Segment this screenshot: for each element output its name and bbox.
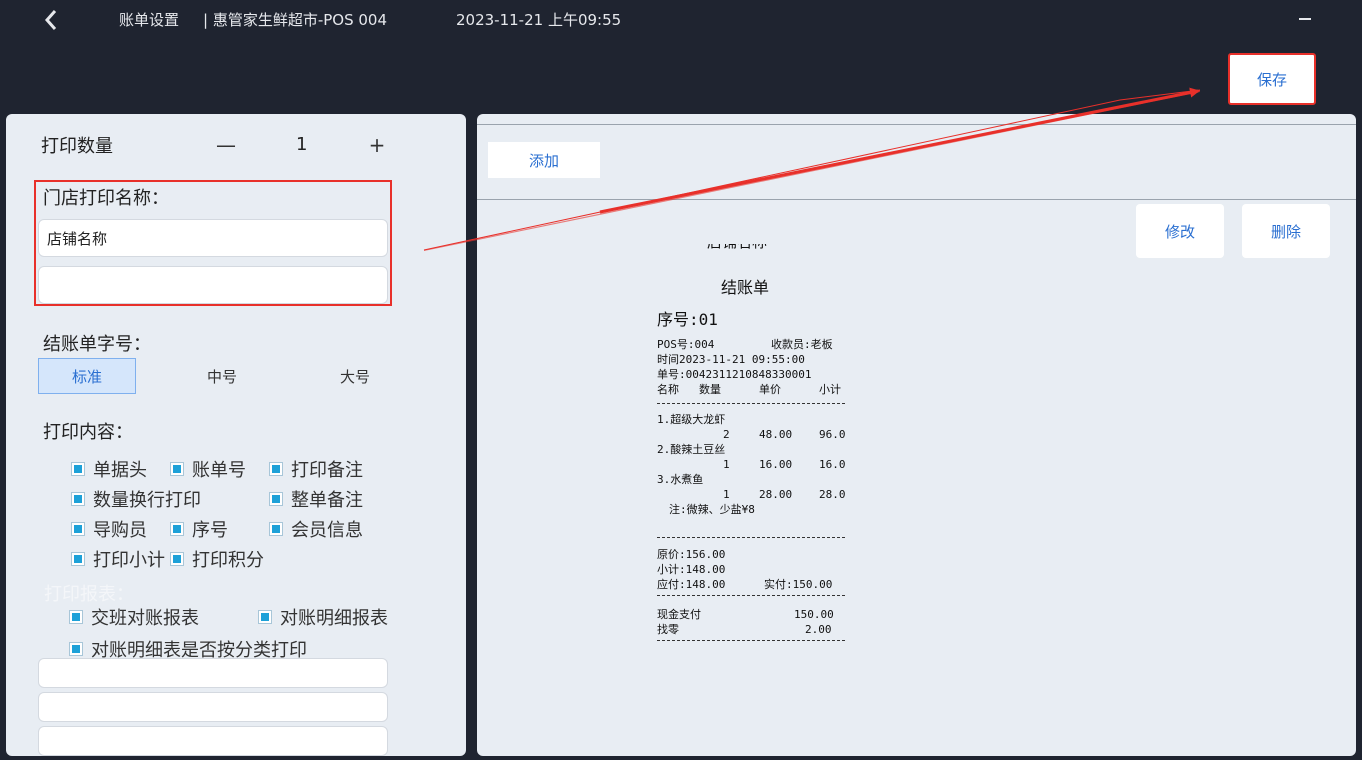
store-name-header: | 惠管家生鲜超市-POS 004 <box>203 11 388 29</box>
checkbox-sequence[interactable]: 序号 <box>170 516 228 542</box>
receipt-cash-value: 150.00 <box>794 608 834 621</box>
checkbox-icon <box>69 610 83 624</box>
font-size-label: 结账单字号： <box>43 334 151 355</box>
receipt-divider <box>657 595 845 596</box>
receipt-original-price: 原价:156.00 <box>657 548 726 561</box>
checkbox-bill-number[interactable]: 账单号 <box>170 456 246 482</box>
receipt-title: 结账单 <box>721 278 770 297</box>
checkbox-icon <box>258 610 272 624</box>
receipt-pos-no: POS号:004 <box>657 338 715 351</box>
print-report-label: 打印报表： <box>44 584 134 605</box>
checkbox-document-header[interactable]: 单据头 <box>71 456 147 482</box>
checkbox-sales-guide[interactable]: 导购员 <box>71 516 147 542</box>
footer-input-3[interactable] <box>38 726 388 756</box>
receipt-note: 注:微辣、少盐¥8 <box>669 503 755 516</box>
store-name-second-input[interactable] <box>38 266 388 304</box>
checkbox-icon <box>170 462 184 476</box>
settings-panel: 打印数量 — 1 + 门店打印名称： 店铺名称 结账单字号： 标准 中号 大号 … <box>6 114 466 756</box>
minimize-icon[interactable] <box>1296 9 1316 29</box>
receipt-store-name: 店铺名称 <box>707 244 767 256</box>
store-name-label: 门店打印名称： <box>43 188 169 209</box>
receipt-item-name: 3.水煮鱼 <box>657 473 704 486</box>
page-title: 账单设置 <box>119 11 180 29</box>
checkbox-print-subtotal[interactable]: 打印小计 <box>71 546 165 572</box>
receipt-time: 时间2023-11-21 09:55:00 <box>657 353 805 366</box>
receipt-divider <box>657 640 845 641</box>
title-bar: 账单设置 | 惠管家生鲜超市-POS 004 2023-11-21 上午09:5… <box>0 0 1362 40</box>
checkbox-shift-report[interactable]: 交班对账报表 <box>69 604 199 630</box>
receipt-col-price: 单价 <box>759 383 781 396</box>
checkbox-icon <box>71 462 85 476</box>
receipt-payable: 应付:148.00 <box>657 578 726 591</box>
receipt-divider <box>657 537 845 538</box>
receipt-sequence: 序号:01 <box>657 310 718 329</box>
back-icon[interactable] <box>40 6 64 34</box>
checkbox-icon <box>170 522 184 536</box>
receipt-change-label: 找零 <box>657 623 679 636</box>
font-size-standard[interactable]: 标准 <box>38 358 136 394</box>
receipt-paid: 实付:150.00 <box>764 578 833 591</box>
receipt-item-name: 2.酸辣土豆丝 <box>657 443 726 456</box>
checkbox-order-remark[interactable]: 整单备注 <box>269 486 363 512</box>
checkbox-icon <box>71 522 85 536</box>
receipt-col-qty: 数量 <box>699 383 721 396</box>
store-name-input[interactable]: 店铺名称 <box>38 219 388 257</box>
delete-button[interactable]: 删除 <box>1242 204 1330 258</box>
print-content-label: 打印内容： <box>43 422 133 443</box>
checkbox-icon <box>71 552 85 566</box>
checkbox-print-points[interactable]: 打印积分 <box>170 546 264 572</box>
qty-value: 1 <box>296 134 308 155</box>
qty-increase-button[interactable]: + <box>362 130 392 160</box>
receipt-divider <box>657 403 845 404</box>
receipt-item-price: 16.00 <box>759 458 793 471</box>
preview-panel: 添加 修改 删除 店铺名称 结账单 序号:01 POS号:004 收款员:老板 … <box>477 114 1356 756</box>
receipt-preview: 店铺名称 结账单 序号:01 POS号:004 收款员:老板 时间2023-11… <box>657 244 845 664</box>
font-size-medium[interactable]: 中号 <box>170 358 274 394</box>
save-button[interactable]: 保存 <box>1228 53 1316 105</box>
datetime: 2023-11-21 上午09:55 <box>456 11 622 29</box>
receipt-item-subtotal: 16.00 <box>819 458 845 471</box>
checkbox-icon <box>170 552 184 566</box>
checkbox-member-info[interactable]: 会员信息 <box>269 516 363 542</box>
receipt-item-qty: 2 <box>723 428 730 441</box>
font-size-large[interactable]: 大号 <box>306 358 404 394</box>
receipt-change-value: 2.00 <box>805 623 832 636</box>
receipt-subtotal: 小计:148.00 <box>657 563 726 576</box>
qty-decrease-button[interactable]: — <box>211 130 241 160</box>
checkbox-icon <box>69 642 83 656</box>
footer-input-2[interactable] <box>38 692 388 722</box>
receipt-order-no: 单号:0042311210848330001 <box>657 368 812 381</box>
checkbox-icon <box>71 492 85 506</box>
checkbox-print-remark[interactable]: 打印备注 <box>269 456 363 482</box>
checkbox-icon <box>269 492 283 506</box>
add-button[interactable]: 添加 <box>488 142 600 178</box>
receipt-item-qty: 1 <box>723 458 730 471</box>
preview-toolbar: 添加 <box>477 124 1356 200</box>
checkbox-reconcile-detail[interactable]: 对账明细报表 <box>258 604 388 630</box>
receipt-item-price: 48.00 <box>759 428 793 441</box>
receipt-item-qty: 1 <box>723 488 730 501</box>
receipt-item-price: 28.00 <box>759 488 793 501</box>
checkbox-qty-newline[interactable]: 数量换行打印 <box>71 486 201 512</box>
receipt-item-subtotal: 96.00 <box>819 428 845 441</box>
receipt-item-name: 1.超级大龙虾 <box>657 413 726 426</box>
checkbox-icon <box>269 462 283 476</box>
footer-input-1[interactable] <box>38 658 388 688</box>
receipt-cash-label: 现金支付 <box>657 608 701 621</box>
receipt-col-name: 名称 <box>657 383 679 396</box>
receipt-item-subtotal: 28.00 <box>819 488 845 501</box>
receipt-col-subtotal: 小计 <box>819 383 841 396</box>
checkbox-icon <box>269 522 283 536</box>
print-qty-label: 打印数量 <box>41 136 113 157</box>
receipt-cashier: 收款员:老板 <box>771 338 833 351</box>
edit-button[interactable]: 修改 <box>1136 204 1224 258</box>
